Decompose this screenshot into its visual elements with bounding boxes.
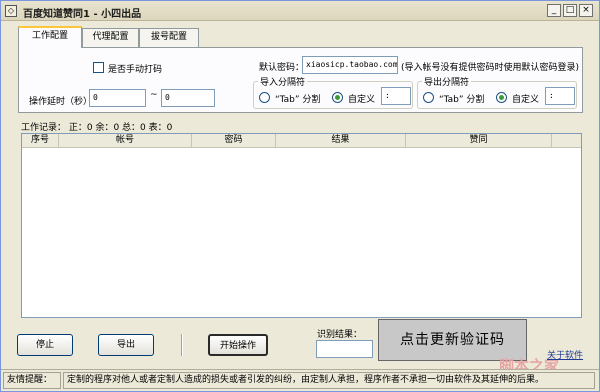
export-button[interactable]: 导出 [98,334,154,356]
tab-dial-config[interactable]: 拔号配置 [139,28,199,47]
app-icon: ◇ [5,5,17,17]
delay-separator: ~ [150,90,158,100]
delay-label: 操作延时（秒）: [29,97,96,107]
work-log-table[interactable]: 序号 帐号 密码 结果 赞同 [21,133,582,318]
column-header-account[interactable]: 帐号 [59,134,192,148]
import-separator-group: 导入分隔符 “Tab” 分割 自定义 : [253,75,413,109]
default-password-label: 默认密码： [259,63,305,73]
table-header: 序号 帐号 密码 结果 赞同 [22,134,581,148]
manual-captcha-checkbox[interactable] [93,62,104,73]
export-custom-radio[interactable] [496,92,507,103]
about-link[interactable]: 关于软件 [547,348,583,361]
maximize-button[interactable]: □ [563,4,577,17]
main-window: ◇ 百度知道赞同1 - 小四出品 _ □ × 工作配置 代理配置 拔号配置 是否… [0,0,600,392]
import-custom-input[interactable]: : [381,87,411,105]
column-header-index[interactable]: 序号 [22,134,59,148]
column-header-result[interactable]: 结果 [276,134,406,148]
import-tab-label: “Tab” 分割 [275,95,321,105]
work-config-panel: 是否手动打码 操作延时（秒）: 0 ~ 0 默认密码： xiaosicp.tao… [18,47,583,113]
title-bar[interactable]: ◇ 百度知道赞同1 - 小四出品 _ □ × [1,1,599,21]
start-button[interactable]: 开始操作 [208,334,268,356]
delay-min-input[interactable]: 0 [89,89,146,107]
default-password-input[interactable]: xiaosicp.taobao.com [302,56,398,74]
status-label: 友情提醒： [3,372,61,389]
column-header-approve[interactable]: 赞同 [406,134,552,148]
stop-button[interactable]: 停止 [17,334,73,356]
delay-max-input[interactable]: 0 [161,89,215,107]
window-title: 百度知道赞同1 - 小四出品 [23,9,142,20]
export-separator-group: 导出分隔符 “Tab” 分割 自定义 : [417,75,577,109]
toolbar-divider [181,334,183,356]
export-tab-label: “Tab” 分割 [439,95,485,105]
export-separator-title: 导出分隔符 [422,75,472,88]
close-button[interactable]: × [579,4,593,17]
minimize-button[interactable]: _ [547,4,561,17]
import-custom-label: 自定义 [348,95,376,105]
tab-proxy-config[interactable]: 代理配置 [82,28,139,47]
manual-captcha-label: 是否手动打码 [108,65,163,75]
default-password-hint: (导入帐号没有提供密码时使用默认密码登录) [401,63,580,73]
export-custom-input[interactable]: : [545,87,575,105]
recognition-result-input[interactable] [316,340,373,358]
tab-work-config[interactable]: 工作配置 [18,26,82,48]
status-message: 定制的程序对他人或者定制人造成的损失或者引发的纠纷，由定制人承担，程序作者不承担… [63,372,595,389]
import-custom-radio[interactable] [332,92,343,103]
work-log-summary: 工作记录： 正：0 余：0 总：0 表：0 [21,123,173,133]
import-tab-radio[interactable] [259,92,270,103]
export-tab-radio[interactable] [423,92,434,103]
import-separator-title: 导入分隔符 [258,75,308,88]
recognition-result-label: 识别结果： [317,330,363,340]
export-custom-label: 自定义 [512,95,540,105]
status-bar: 友情提醒： 定制的程序对他人或者定制人造成的损失或者引发的纠纷，由定制人承担，程… [1,369,599,391]
column-header-password[interactable]: 密码 [192,134,276,148]
